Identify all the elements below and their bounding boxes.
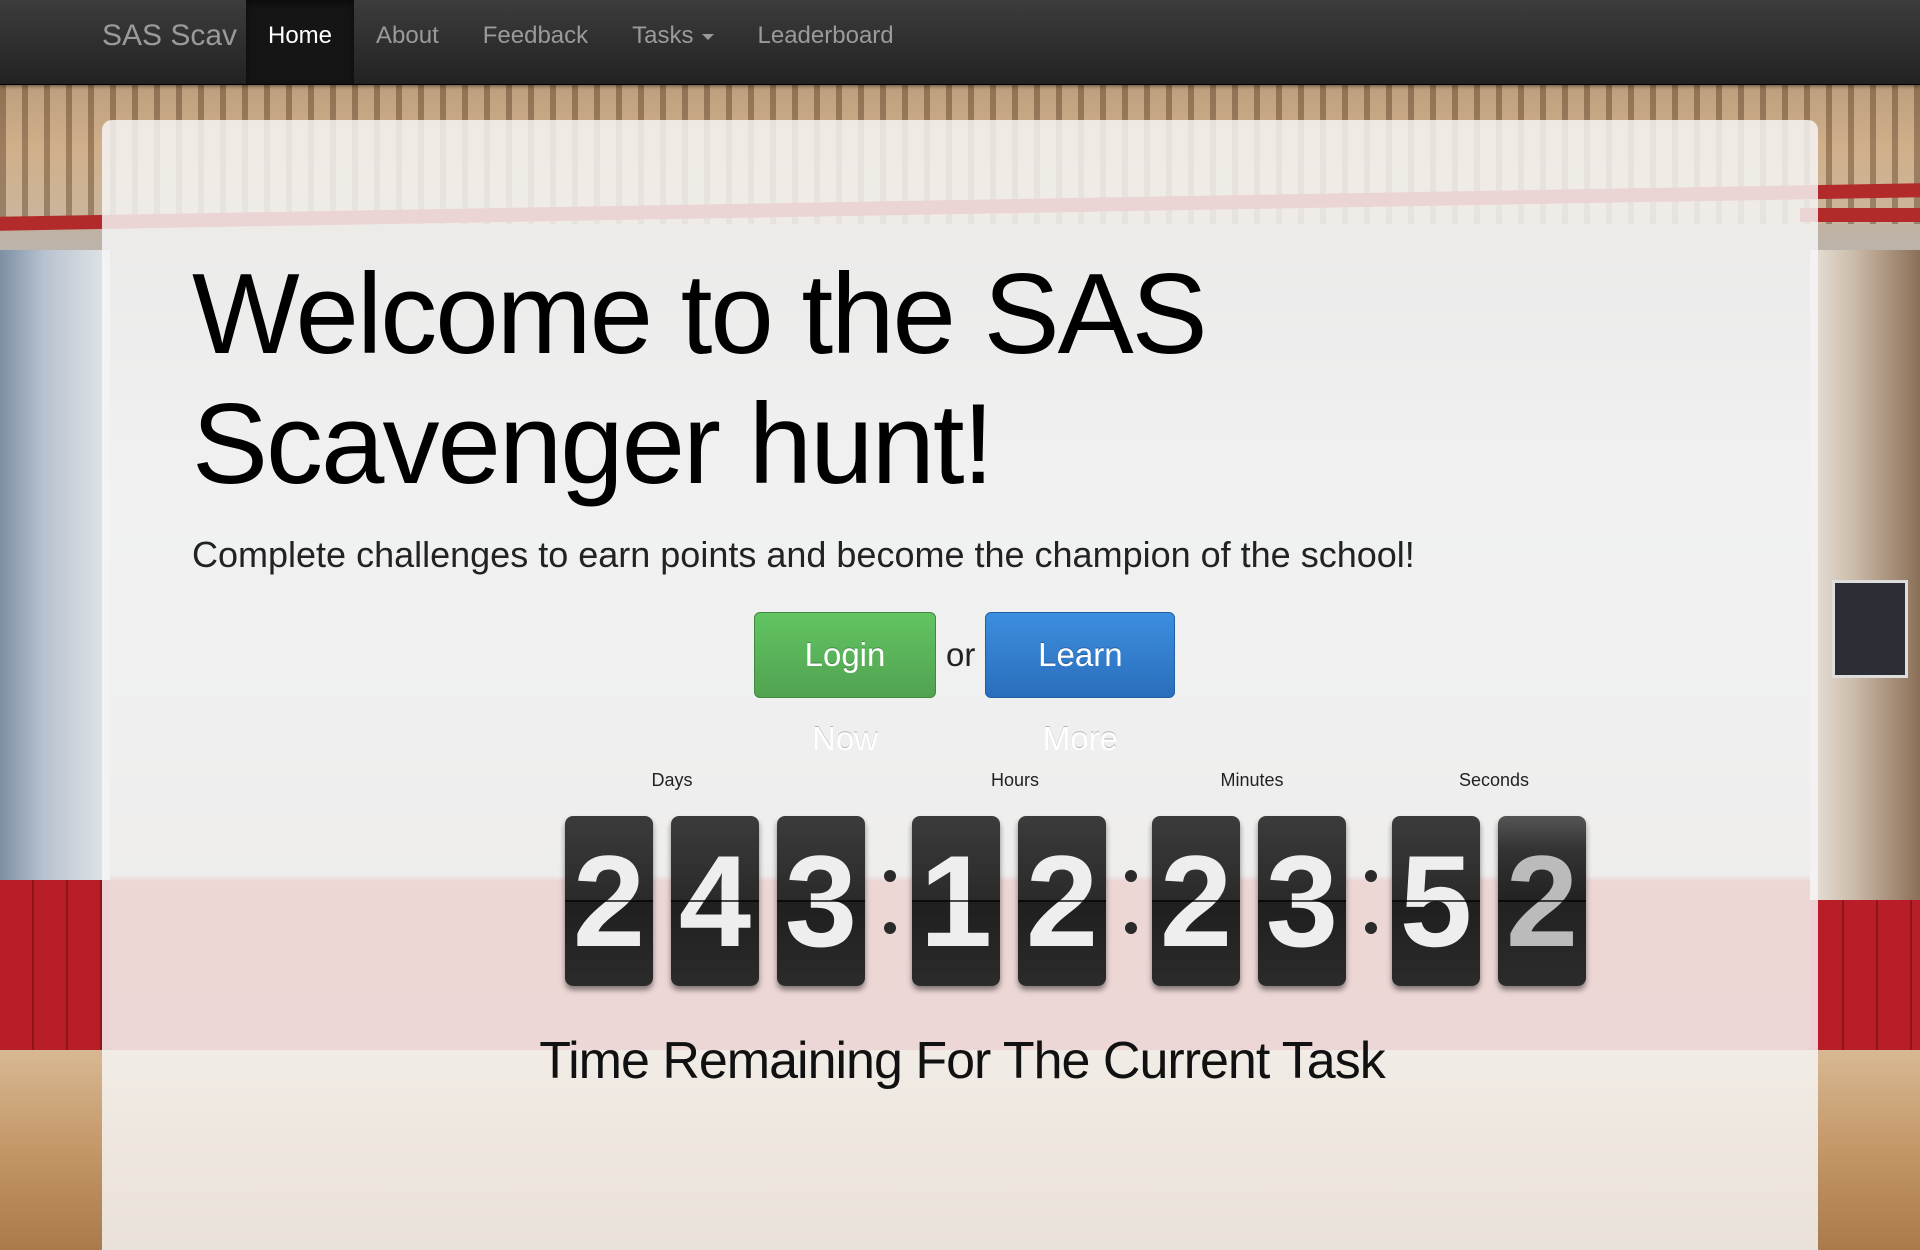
nav-item-leaderboard[interactable]: Leaderboard [736, 0, 916, 84]
nav-item-tasks[interactable]: Tasks [610, 0, 735, 84]
seconds-label: Seconds [1458, 770, 1530, 790]
page-title: Welcome to the SAS Scavenger hunt! [192, 251, 1208, 508]
top-navbar: SAS Scav Home About Feedback Tasks Leade… [0, 0, 1920, 85]
days-label: Days [651, 770, 693, 790]
colon-separator [1362, 860, 1378, 950]
hero-panel: Welcome to the SAS Scavenger hunt! Compl… [102, 120, 1818, 1250]
login-now-button[interactable]: Login Now [754, 612, 936, 757]
caret-down-icon [701, 33, 714, 40]
hours-digit: 1 [912, 816, 1000, 986]
or-separator: or [946, 636, 976, 673]
scoreboard [1832, 580, 1908, 678]
hero-lead: Complete challenges to earn points and b… [192, 534, 1415, 575]
seconds-digit: 2 [1498, 816, 1586, 986]
minutes-digit: 3 [1258, 816, 1346, 986]
colon-separator [1122, 860, 1138, 950]
right-lockers [1810, 900, 1920, 1050]
colon-separator [881, 860, 897, 950]
nav-item-home[interactable]: Home [246, 0, 355, 84]
days-digit: 4 [671, 816, 759, 986]
hero-actions: Login Now or Learn More [754, 612, 1176, 757]
nav-item-feedback[interactable]: Feedback [461, 0, 610, 84]
hours-label: Hours [990, 770, 1039, 790]
days-digit: 2 [565, 816, 653, 986]
hours-digit: 2 [1018, 816, 1106, 986]
minutes-digit: 2 [1152, 816, 1240, 986]
learn-more-button[interactable]: Learn More [985, 612, 1176, 757]
brand-link[interactable]: SAS Scav [102, 0, 237, 84]
minutes-label: Minutes [1220, 770, 1284, 790]
left-lockers [0, 880, 110, 1050]
nav-menu: Home About Feedback Tasks Leaderboard [246, 0, 916, 84]
nav-item-tasks-label: Tasks [632, 22, 694, 49]
seconds-digit: 5 [1392, 816, 1480, 986]
days-digit: 3 [777, 816, 865, 986]
countdown-caption: Time Remaining For The Current Task [539, 1032, 1385, 1090]
ceiling-beam [1800, 208, 1920, 222]
nav-item-about[interactable]: About [354, 0, 461, 84]
